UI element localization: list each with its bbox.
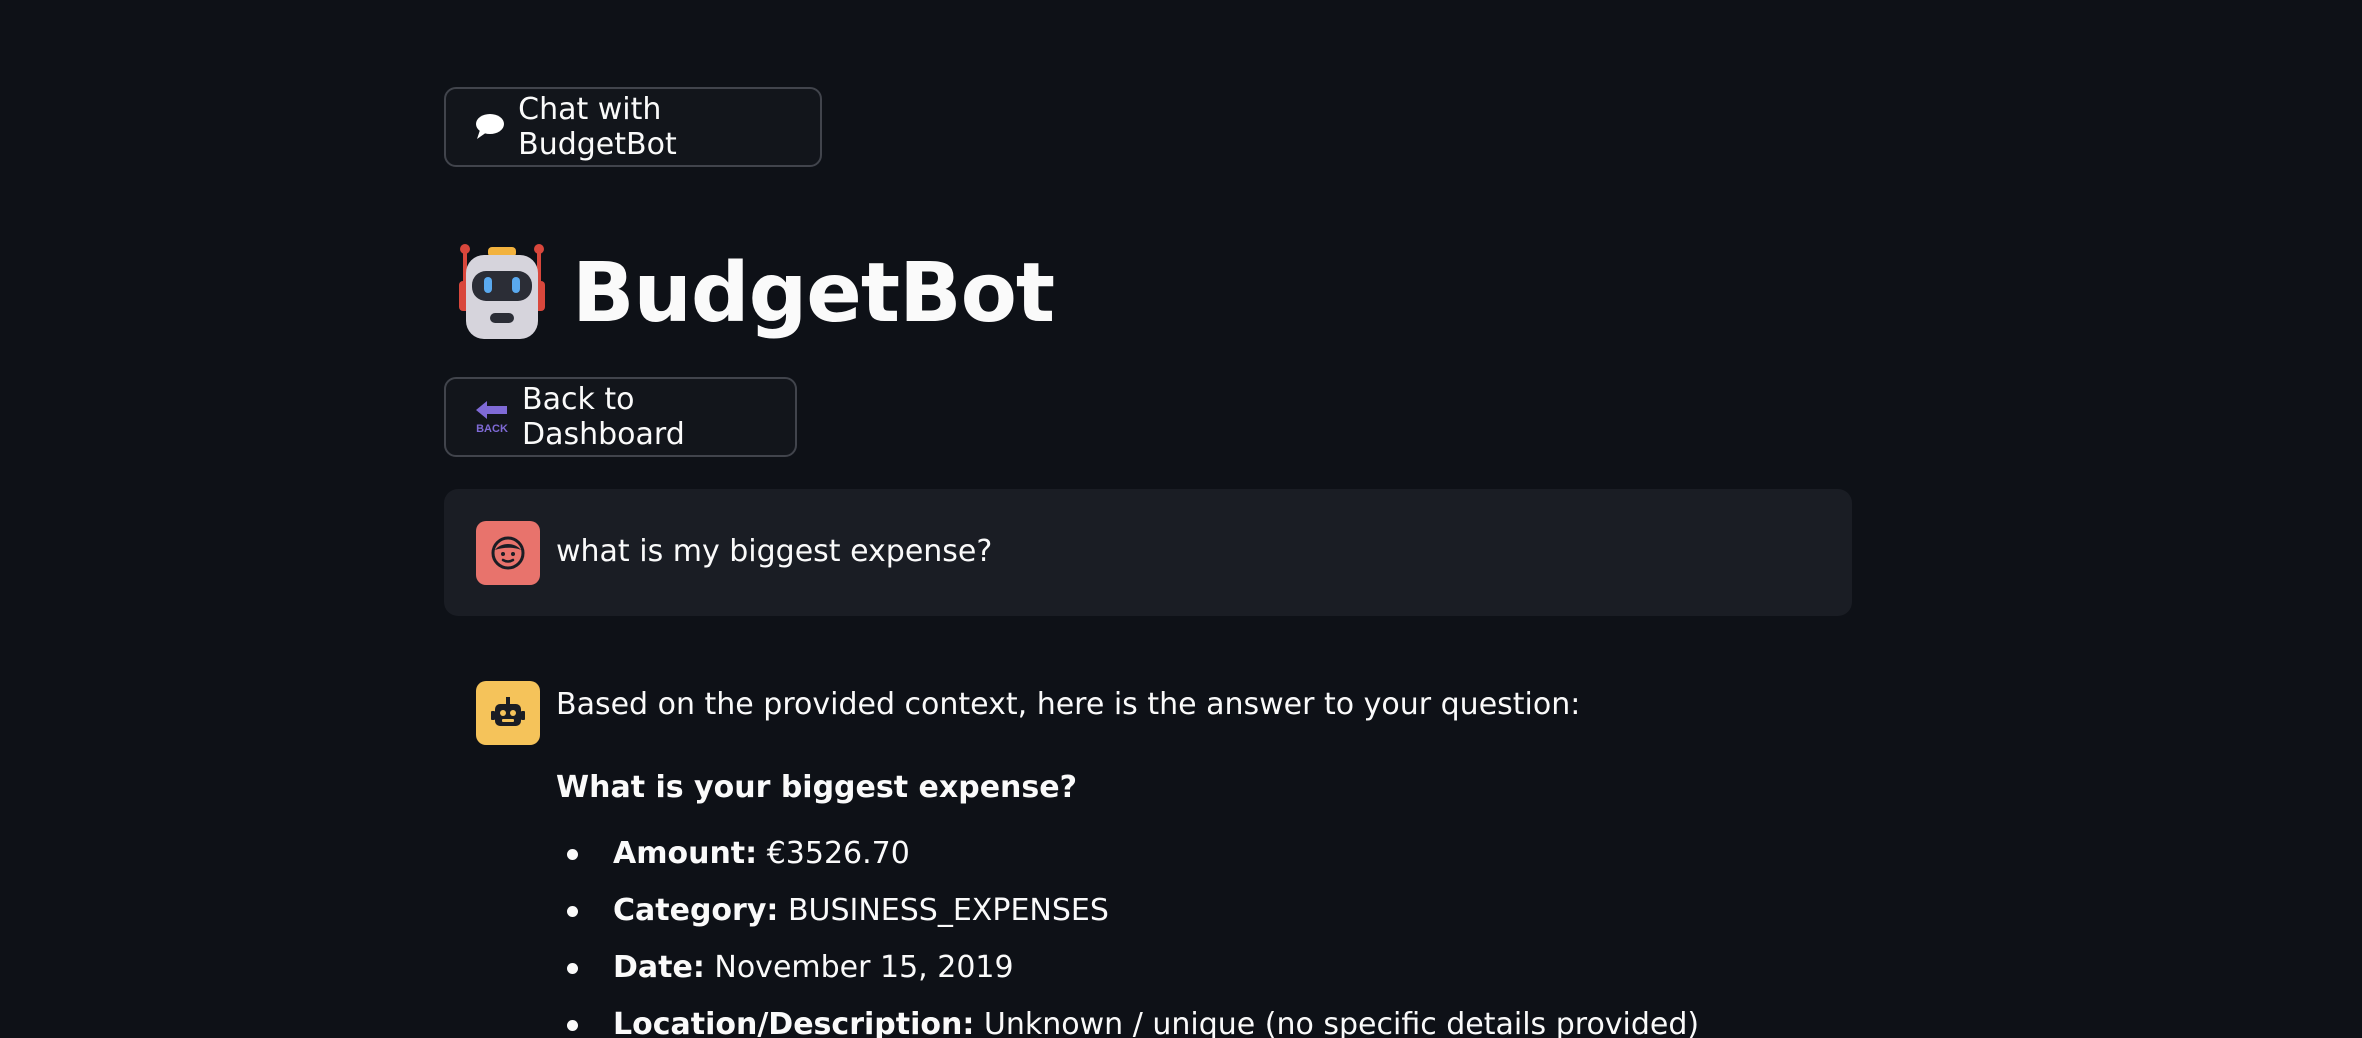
assistant-intro-text: Based on the provided context, here is t… [556,687,1581,722]
detail-label: Amount: [613,836,758,871]
chat-button-label: Chat with BudgetBot [518,92,677,162]
svg-text:BACK: BACK [476,423,508,435]
app-page: Chat with BudgetBot BudgetBot BACK Back … [0,0,2362,1038]
robot-icon [456,243,548,343]
user-chat-message: what is my biggest expense? [444,489,1852,616]
bullet-dot [567,1020,578,1031]
back-arrow-icon: BACK [474,399,510,435]
list-item: Category: BUSINESS_EXPENSES [556,891,1699,948]
user-message-text: what is my biggest expense? [556,534,993,569]
assistant-answer-heading: What is your biggest expense? [556,770,1078,805]
bullet-dot [567,906,578,917]
detail-value: November 15, 2019 [714,950,1014,985]
back-button-label: Back to Dashboard [522,382,685,452]
list-item: Date: November 15, 2019 [556,948,1699,1005]
speech-balloon-icon [474,109,506,145]
detail-value: Unknown / unique (no specific details pr… [983,1007,1700,1038]
list-item: Amount: €3526.70 [556,834,1699,891]
expense-details-list: Amount: €3526.70 Category: BUSINESS_EXPE… [556,834,1699,1038]
detail-value: €3526.70 [766,836,910,871]
detail-label: Category: [613,893,779,928]
bullet-dot [567,849,578,860]
page-title-row: BudgetBot [456,238,1055,348]
bullet-dot [567,963,578,974]
user-face-icon [476,521,540,585]
detail-label: Date: [613,950,705,985]
list-item: Location/Description: Unknown / unique (… [556,1005,1699,1038]
chat-with-budgetbot-button[interactable]: Chat with BudgetBot [444,87,822,167]
bot-icon [476,681,540,745]
detail-label: Location/Description: [613,1007,975,1038]
page-title: BudgetBot [572,245,1055,341]
back-to-dashboard-button[interactable]: BACK Back to Dashboard [444,377,797,457]
detail-value: BUSINESS_EXPENSES [787,893,1109,928]
